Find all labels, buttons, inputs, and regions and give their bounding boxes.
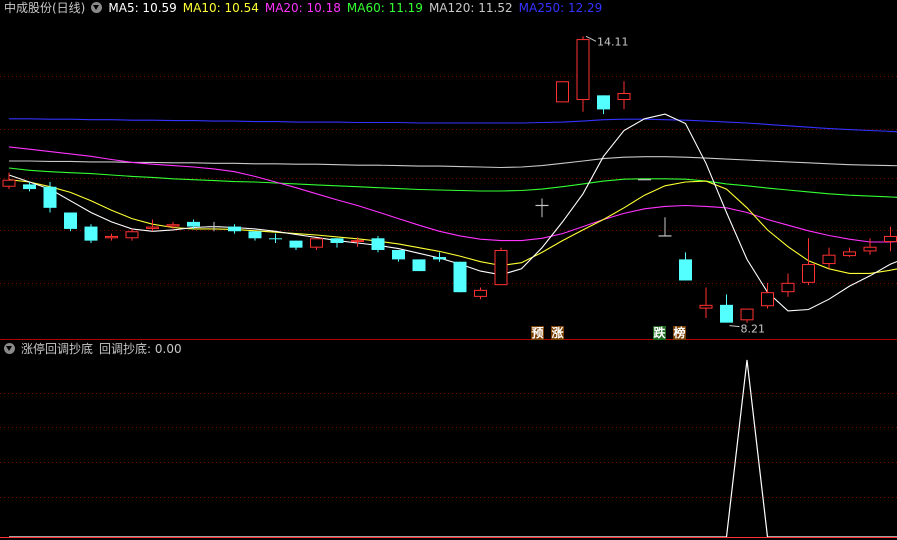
- candle-body: [23, 184, 36, 190]
- low-price-label: 8.21: [741, 323, 766, 336]
- candle-body: [822, 254, 836, 265]
- candle-body: [699, 304, 713, 309]
- indicator-menu-icon[interactable]: [4, 343, 15, 354]
- indicator-name: 涨停回调抄底: [21, 342, 94, 356]
- candle-body: [781, 282, 795, 293]
- candles: [2, 36, 897, 323]
- ma-legend-item: MA5: 10.59: [108, 1, 177, 15]
- candle-body: [269, 238, 282, 240]
- candle-body: [371, 238, 385, 251]
- indicator-panel: [0, 359, 897, 538]
- candle-body: [494, 250, 508, 286]
- ma60-line: [8, 167, 897, 198]
- ma-legend-item: MA120: 11.52: [428, 1, 513, 15]
- candle-body: [248, 231, 262, 239]
- candle-body: [412, 259, 426, 272]
- grid-lines: [0, 76, 897, 498]
- ma-settings-icon[interactable]: [91, 2, 103, 13]
- candle-body: [843, 251, 856, 257]
- indicator-line: [9, 359, 897, 538]
- ma-legend-item: MA10: 10.54: [182, 1, 259, 15]
- candle-body: [556, 81, 569, 103]
- candle-body: [125, 231, 139, 239]
- signal-tag-yu: 预: [531, 326, 544, 340]
- candle-body: [720, 304, 733, 323]
- candle-body: [453, 261, 467, 293]
- candlestick-chart: 14.11 8.21: [0, 35, 897, 538]
- ma250-line: [9, 118, 897, 133]
- candle-body: [187, 221, 200, 227]
- indicator-header: 涨停回调抄底 回调抄底: 0.00: [4, 342, 188, 356]
- ma-legend: MA5: 10.59 MA10: 10.54 MA20: 10.18 MA60: 11…: [108, 1, 608, 15]
- signal-tag-bang: 榜: [673, 326, 686, 340]
- main-chart-header: 中成股份(日线) MA5: 10.59 MA10: 10.54 MA20: 10.18…: [4, 1, 614, 15]
- moving-average-lines: [8, 113, 897, 312]
- candle-body: [884, 235, 897, 243]
- candle-body: [392, 250, 405, 260]
- candle-body: [679, 259, 692, 281]
- candle-body: [433, 257, 446, 260]
- ma5-line: [8, 113, 897, 312]
- candle-body: [166, 224, 180, 227]
- candle-body: [64, 212, 77, 229]
- candle-body: [310, 238, 323, 248]
- indicator-value: 回调抄底: 0.00: [99, 342, 182, 356]
- candle-body: [802, 264, 815, 283]
- candle-body: [740, 308, 754, 321]
- candle-body: [617, 92, 631, 101]
- low-arrow: [729, 325, 740, 328]
- candle-body: [105, 235, 118, 239]
- candle-body: [761, 292, 774, 307]
- candle-body: [289, 240, 303, 248]
- candle-body: [474, 289, 487, 297]
- candle-body: [84, 226, 98, 241]
- candle-body: [43, 186, 57, 208]
- candle-body: [351, 240, 364, 243]
- candle-body: [597, 95, 610, 110]
- ma-legend-item: MA60: 11.19: [346, 1, 423, 15]
- signal-tag-zhang: 涨: [551, 326, 564, 340]
- ma10-line: [8, 179, 897, 274]
- ma-legend-item: MA250: 12.29: [518, 1, 603, 15]
- candle-body: [228, 226, 241, 232]
- candle-body: [330, 238, 344, 243]
- ma-legend-item: MA20: 10.18: [264, 1, 341, 15]
- candle-body: [2, 179, 16, 187]
- signal-tag-die: 跌: [653, 326, 666, 340]
- high-price-label: 14.11: [597, 35, 629, 48]
- candle-body: [863, 246, 877, 252]
- candle-body: [576, 39, 590, 101]
- candle-body: [146, 226, 159, 229]
- stock-name: 中成股份(日线): [4, 1, 86, 15]
- ma120-line: [9, 156, 897, 169]
